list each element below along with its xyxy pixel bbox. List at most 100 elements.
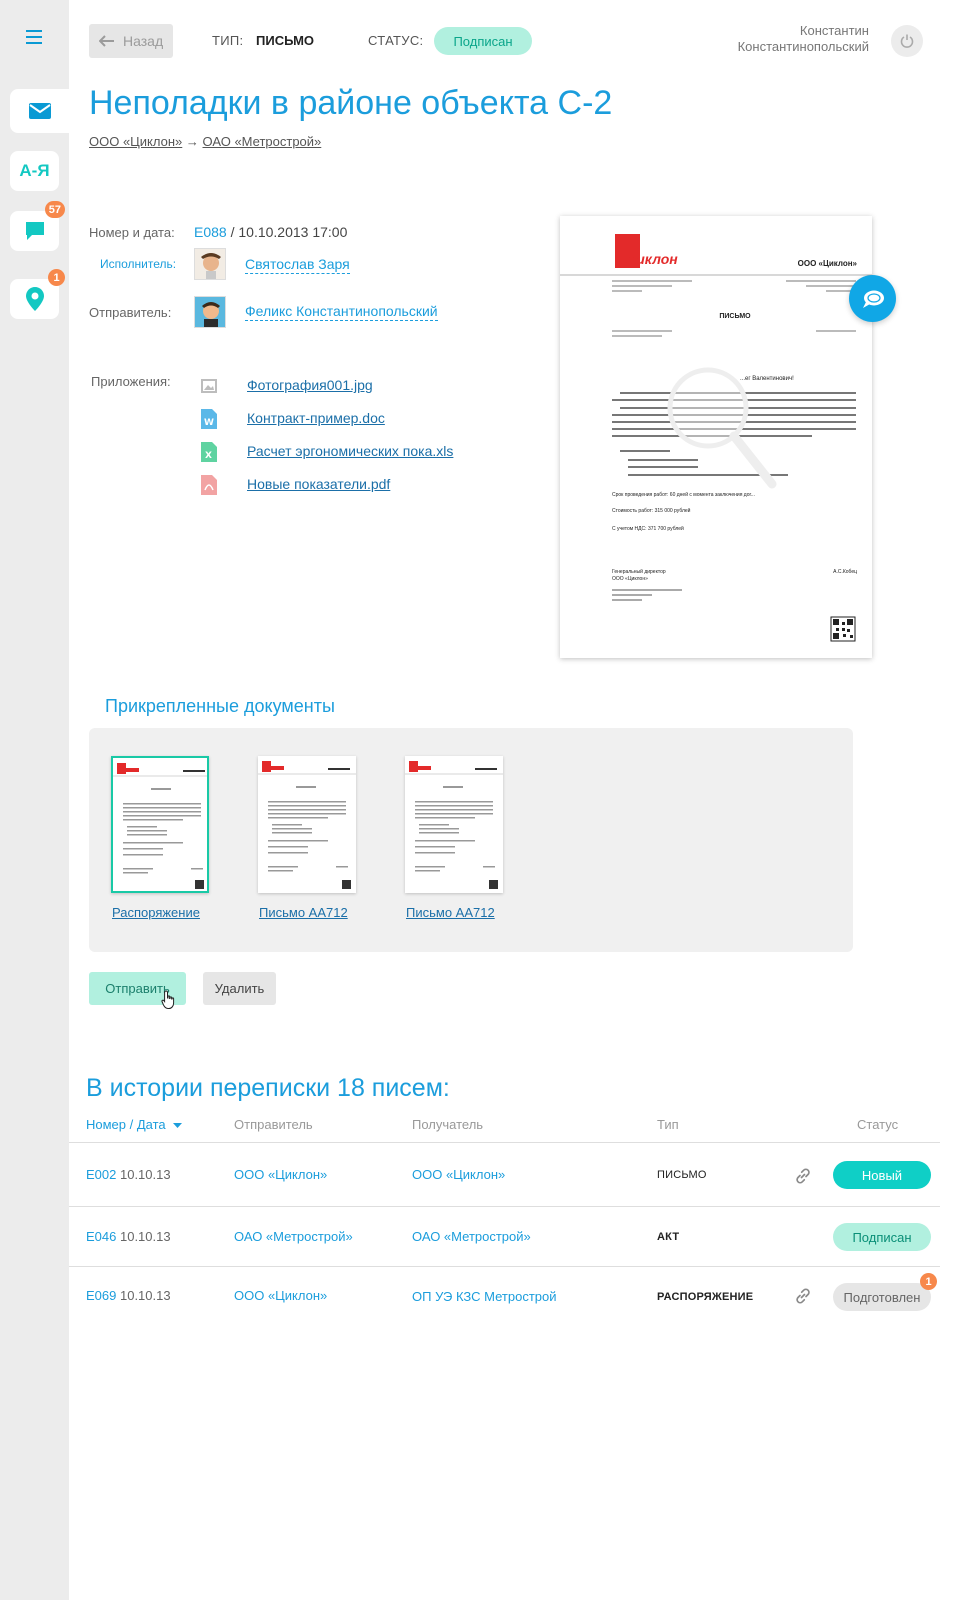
mail-nav-button[interactable] <box>10 89 69 133</box>
document-number: E088 <box>194 224 227 240</box>
preview-cost: Стоимость работ: 315 000 рублей <box>612 507 691 514</box>
row-1-sender[interactable]: ООО «Циклон» <box>234 1167 327 1182</box>
menu-icon[interactable] <box>26 30 42 44</box>
number-label: Номер и дата: <box>89 225 175 240</box>
preview-logo-text: Циклон <box>626 251 678 267</box>
column-header-number-date[interactable]: Номер / Дата <box>86 1117 183 1132</box>
row-2-type: АКТ <box>657 1231 680 1243</box>
chat-nav-button[interactable]: 57 <box>10 201 65 251</box>
attachment-link-3[interactable]: Расчет эргономических пока.xls <box>247 443 453 459</box>
chat-button[interactable] <box>849 275 896 322</box>
preview-heading: ПИСЬМО <box>719 313 751 320</box>
pdf-file-icon <box>201 475 217 495</box>
az-label: А-Я <box>19 161 50 180</box>
excel-file-icon: X <box>201 442 217 462</box>
type-label: ТИП: <box>212 33 244 48</box>
speech-bubbles-icon <box>862 290 884 308</box>
user-name[interactable]: Константин Константинопольский <box>738 23 869 55</box>
page-title: Неполадки в районе объекта С-2 <box>89 84 613 122</box>
user-last-name: Константинопольский <box>737 39 869 54</box>
location-nav-button[interactable]: 1 <box>10 269 65 319</box>
status-label: СТАТУС: <box>368 33 424 48</box>
doc-thumbnail-2[interactable] <box>258 756 356 893</box>
power-icon <box>900 34 914 48</box>
row-3-number: E069 <box>86 1288 117 1303</box>
attachment-link-1[interactable]: Фотография001.jpg <box>247 377 373 393</box>
hand-cursor-icon <box>161 990 175 1009</box>
column-header-type[interactable]: Тип <box>657 1117 679 1132</box>
doc-link-3[interactable]: Письмо АА712 <box>406 905 495 920</box>
column-header-number-date-label: Номер / Дата <box>86 1117 166 1132</box>
back-label: Назад <box>123 33 164 49</box>
location-count-badge: 1 <box>48 269 65 286</box>
back-button[interactable]: Назад <box>89 24 173 58</box>
row-2-recipient[interactable]: ОАО «Метрострой» <box>412 1229 531 1244</box>
chat-count-badge: 57 <box>44 201 65 218</box>
executor-link[interactable]: Святослав Заря <box>245 256 350 274</box>
attachment-link-4[interactable]: Новые показатели.pdf <box>247 476 390 492</box>
attachment-link-2[interactable]: Контракт-пример.doc <box>247 410 385 426</box>
delete-button[interactable]: Удалить <box>203 972 276 1005</box>
preview-signer-name: А.С.Кобец <box>833 569 857 575</box>
doc-link-1[interactable]: Распоряжение <box>112 905 200 920</box>
row-3-type: РАСПОРЯЖЕНИЕ <box>657 1291 754 1303</box>
svg-text:X: X <box>205 451 212 461</box>
row-2-number: E046 <box>86 1229 117 1244</box>
row-3-recipient[interactable]: ОП УЭ КЗС Метрострой <box>412 1289 557 1304</box>
directory-nav-button[interactable]: А-Я <box>10 151 59 191</box>
sender-label: Отправитель: <box>89 305 172 320</box>
table-divider <box>69 1206 940 1207</box>
row-1-type: ПИСЬМО <box>657 1169 707 1181</box>
sender-avatar <box>194 296 226 328</box>
doc-link-2[interactable]: Письмо АА712 <box>259 905 348 920</box>
preview-signer-title: Генеральный директор <box>612 568 666 575</box>
attached-docs-title: Прикрепленные документы <box>105 696 335 716</box>
row-1-status-badge: Новый <box>833 1161 931 1189</box>
sender-link[interactable]: Феликс Константинопольский <box>245 303 438 321</box>
number-and-date: E088 / 10.10.2013 17:00 <box>194 224 347 240</box>
link-icon[interactable] <box>794 1167 812 1185</box>
history-title: В истории переписки 18 писем: <box>86 1074 450 1102</box>
breadcrumb-arrow: → <box>185 134 199 149</box>
arrow-left-icon <box>99 35 114 47</box>
table-row-2-number-date[interactable]: E046 10.10.13 <box>86 1229 171 1244</box>
to-org-link[interactable]: ОАО «Метрострой» <box>203 134 322 149</box>
table-row-1-number-date[interactable]: E002 10.10.13 <box>86 1167 171 1182</box>
preview-terms: Срок проведения работ: 60 дней с момента… <box>612 491 755 498</box>
column-header-status[interactable]: Статус <box>857 1117 898 1132</box>
doc-thumbnail-1[interactable] <box>111 756 209 893</box>
from-org-link[interactable]: ООО «Циклон» <box>89 134 182 149</box>
row-3-notification-badge: 1 <box>920 1273 937 1290</box>
table-row-3-number-date[interactable]: E069 10.10.13 <box>86 1288 171 1303</box>
preview-signer-org: ООО «Циклон» <box>612 576 648 582</box>
preview-company: ООО «Циклон» <box>798 259 858 268</box>
row-2-sender[interactable]: ОАО «Метрострой» <box>234 1229 353 1244</box>
preview-greeting: ...ег Валентинович! <box>740 376 794 382</box>
executor-avatar <box>194 248 226 280</box>
status-badge: Подписан <box>434 27 532 55</box>
logout-button[interactable] <box>891 25 923 57</box>
row-3-status-badge: Подготовлен <box>833 1283 931 1311</box>
document-date: / 10.10.2013 17:00 <box>226 224 348 240</box>
column-header-recipient[interactable]: Получатель <box>412 1117 483 1132</box>
link-icon[interactable] <box>794 1287 812 1305</box>
word-file-icon: W <box>201 409 217 429</box>
column-header-sender[interactable]: Отправитель <box>234 1117 313 1132</box>
user-first-name: Константин <box>799 23 869 38</box>
executor-label: Исполнитель: <box>100 257 177 271</box>
sidebar: А-Я 57 1 <box>0 0 69 1600</box>
row-1-date: 10.10.13 <box>116 1167 171 1182</box>
preview-vat: С учетом НДС: 371 700 рублей <box>612 525 684 532</box>
svg-text:W: W <box>204 418 214 428</box>
table-divider <box>69 1142 940 1143</box>
row-2-status-badge: Подписан <box>833 1223 931 1251</box>
sort-down-icon <box>173 1123 183 1128</box>
row-1-recipient[interactable]: ООО «Циклон» <box>412 1167 505 1182</box>
table-divider <box>69 1266 940 1267</box>
row-2-date: 10.10.13 <box>116 1229 171 1244</box>
row-3-sender[interactable]: ООО «Циклон» <box>234 1288 327 1303</box>
letter-preview[interactable]: Циклон ООО «Циклон» ПИСЬМО ...ег Валенти… <box>560 216 872 658</box>
chat-bubble-icon <box>25 222 44 240</box>
type-value: ПИСЬМО <box>256 33 315 48</box>
doc-thumbnail-3[interactable] <box>405 756 503 893</box>
